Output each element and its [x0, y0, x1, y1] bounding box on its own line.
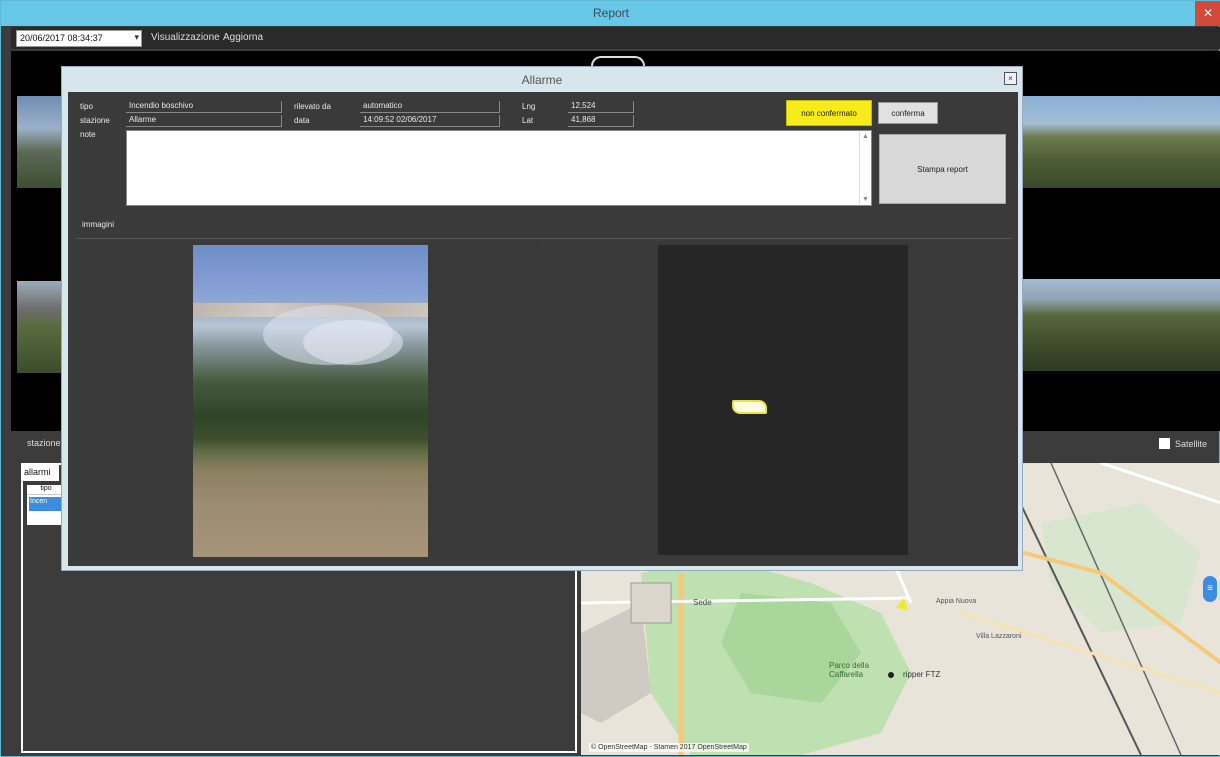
- detection-blob: [732, 400, 767, 414]
- tipo-field: Incendio boschivo: [126, 101, 282, 113]
- alarm-dialog: Allarme × tipo Incendio boschivo stazion…: [61, 66, 1023, 571]
- tab-alarms[interactable]: allarmi: [21, 465, 59, 481]
- images-label: immagini: [82, 220, 115, 229]
- notes-textarea[interactable]: ▲ ▼: [126, 130, 872, 206]
- not-confirmed-button[interactable]: non confermato: [786, 100, 872, 126]
- print-report-button[interactable]: Stampa report: [879, 134, 1006, 204]
- camera-thumbnail[interactable]: [1023, 279, 1220, 371]
- map-label: Parco della Caffarella: [829, 661, 870, 679]
- scroll-down-icon[interactable]: ▼: [862, 196, 869, 203]
- notes-scrollbar[interactable]: ▲ ▼: [859, 131, 871, 205]
- toolbar: 20/06/2017 08:34:37 ▾ Visualizzazione Ag…: [11, 27, 1220, 49]
- camera-thumbnail[interactable]: [17, 281, 67, 373]
- map-label: Appia Nuova: [936, 598, 977, 605]
- note-label: note: [80, 130, 96, 139]
- confirm-button[interactable]: conferma: [878, 102, 938, 124]
- camera-thumbnail[interactable]: [17, 96, 67, 188]
- photo-panel: [76, 243, 541, 557]
- map-label: Villa Lazzaroni: [976, 633, 1022, 640]
- date-dropdown[interactable]: 20/06/2017 08:34:37 ▾: [16, 30, 142, 47]
- data-label: data: [294, 116, 310, 125]
- images-area: [76, 238, 1012, 557]
- lat-field: 41,868: [568, 115, 634, 127]
- menu-refresh[interactable]: Aggiorna: [223, 32, 263, 43]
- satellite-label: Satellite: [1175, 439, 1208, 449]
- map-zoom-icon[interactable]: ≡: [1203, 576, 1217, 602]
- list-item[interactable]: Incen: [29, 497, 63, 511]
- satellite-checkbox[interactable]: [1159, 438, 1170, 449]
- scroll-up-icon[interactable]: ▲: [862, 133, 869, 140]
- lng-field: 12,524: [568, 101, 634, 113]
- column-header-tipo[interactable]: tipo: [27, 485, 65, 495]
- detection-mask-image[interactable]: [658, 245, 908, 555]
- station-label: stazione: [27, 438, 61, 448]
- dialog-body: tipo Incendio boschivo stazione Allarme …: [68, 92, 1018, 566]
- report-window: Report ✕ 20/06/2017 08:34:37 ▾ Visualizz…: [0, 0, 1220, 757]
- chevron-down-icon: ▾: [134, 32, 139, 42]
- window-title: Report: [592, 6, 630, 20]
- lng-label: Lng: [522, 102, 536, 111]
- dialog-close-button[interactable]: ×: [1004, 72, 1017, 85]
- date-dropdown-value: 20/06/2017 08:34:37: [20, 33, 103, 43]
- data-field: 14:09:52 02/06/2017: [360, 115, 500, 127]
- rilevato-label: rilevato da: [294, 102, 331, 111]
- map-attribution[interactable]: © OpenStreetMap - Stamen 2017 OpenStreet…: [589, 743, 749, 752]
- window-close-button[interactable]: ✕: [1195, 1, 1220, 26]
- title-bar: Report ✕: [1, 1, 1220, 26]
- stazione-field: Allarme: [126, 115, 282, 127]
- stazione-label: stazione: [80, 116, 110, 125]
- menu-view[interactable]: Visualizzazione: [151, 32, 220, 43]
- fire-photo[interactable]: [193, 245, 428, 557]
- lat-label: Lat: [522, 116, 534, 125]
- alarm-list: tipo Incen: [27, 485, 65, 525]
- dialog-title-bar: Allarme ×: [62, 67, 1022, 91]
- map-label: ripper FTZ: [903, 670, 941, 679]
- rilevato-field: automatico: [360, 101, 500, 113]
- tipo-label: tipo: [80, 102, 93, 111]
- photo-smoke: [303, 320, 403, 365]
- dialog-title: Allarme: [521, 73, 563, 87]
- camera-thumbnail[interactable]: [1023, 96, 1220, 188]
- map-label: Sede: [693, 598, 712, 607]
- detection-panel: [548, 243, 1012, 555]
